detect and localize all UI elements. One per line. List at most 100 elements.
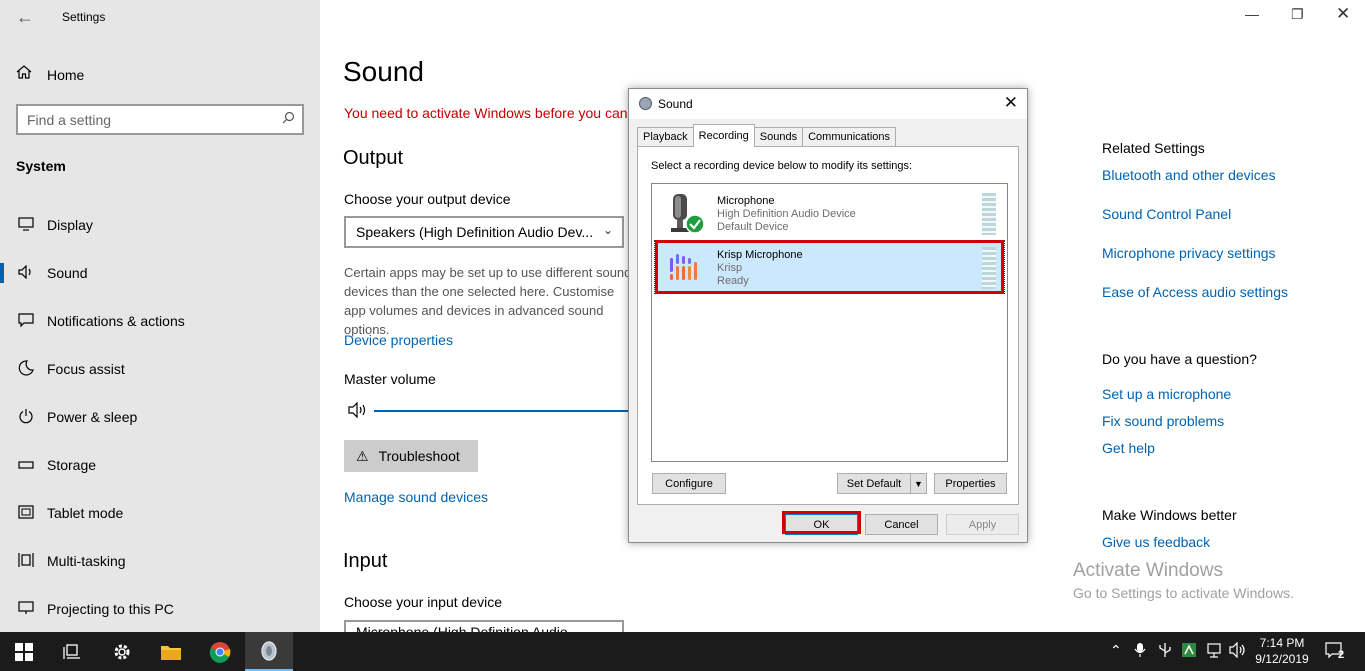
properties-button[interactable]: Properties xyxy=(934,473,1007,494)
krisp-icon xyxy=(667,246,703,288)
sidebar-item-label: Sound xyxy=(47,265,88,281)
search-input[interactable] xyxy=(18,106,268,133)
microphone-tray-icon[interactable] xyxy=(1134,642,1146,661)
dialog-titlebar[interactable]: Sound ✕ xyxy=(629,89,1027,119)
activation-watermark-title: Activate Windows xyxy=(1073,560,1223,581)
tab-communications[interactable]: Communications xyxy=(802,127,897,147)
configure-button[interactable]: Configure xyxy=(652,473,726,494)
sidebar-item-tablet-mode[interactable]: Tablet mode xyxy=(0,489,320,537)
recording-device-list[interactable]: Microphone High Definition Audio Device … xyxy=(651,183,1008,462)
dialog-close-icon[interactable]: ✕ xyxy=(1004,93,1018,113)
sound-control-panel-link[interactable]: Sound Control Panel xyxy=(1102,206,1231,222)
sidebar-item-label: Projecting to this PC xyxy=(47,601,174,617)
tab-playback[interactable]: Playback xyxy=(637,127,694,147)
home-nav-item[interactable]: Home xyxy=(16,64,84,85)
settings-taskbar-button[interactable] xyxy=(98,632,146,671)
section-heading-system: System xyxy=(16,158,66,174)
give-feedback-link[interactable]: Give us feedback xyxy=(1102,534,1210,550)
sidebar-item-multitasking[interactable]: Multi-tasking xyxy=(0,537,320,585)
device-item-microphone[interactable]: Microphone High Definition Audio Device … xyxy=(655,187,1004,239)
set-up-microphone-link[interactable]: Set up a microphone xyxy=(1102,386,1231,402)
sidebar-item-label: Tablet mode xyxy=(47,505,124,521)
level-meter xyxy=(982,247,996,289)
fix-sound-problems-link[interactable]: Fix sound problems xyxy=(1102,413,1224,429)
cancel-button[interactable]: Cancel xyxy=(865,514,938,535)
gear-icon xyxy=(114,644,130,659)
sidebar-item-focus-assist[interactable]: Focus assist xyxy=(0,345,320,393)
sidebar-item-power-sleep[interactable]: Power & sleep xyxy=(0,393,320,441)
input-device-label: Choose your input device xyxy=(344,594,502,610)
troubleshoot-label: Troubleshoot xyxy=(378,448,460,464)
clock-date: 9/12/2019 xyxy=(1255,652,1309,666)
notification-count-badge: 2 xyxy=(1338,649,1345,661)
set-default-button[interactable]: Set Default xyxy=(837,473,911,494)
taskbar-clock[interactable]: 7:14 PM 9/12/2019 xyxy=(1252,635,1312,667)
manage-sound-devices-link[interactable]: Manage sound devices xyxy=(344,489,488,505)
tab-recording[interactable]: Recording xyxy=(692,124,755,147)
sound-app-icon xyxy=(639,97,652,110)
speaker-icon xyxy=(16,264,36,282)
device-properties-link[interactable]: Device properties xyxy=(344,332,453,348)
sidebar-item-sound[interactable]: Sound xyxy=(0,249,320,297)
dialog-title: Sound xyxy=(658,97,693,111)
file-explorer-button[interactable] xyxy=(147,632,195,671)
ease-of-access-audio-link[interactable]: Ease of Access audio settings xyxy=(1102,284,1288,300)
sidebar-item-storage[interactable]: Storage xyxy=(0,441,320,489)
get-help-link[interactable]: Get help xyxy=(1102,440,1155,456)
network-tray-icon[interactable] xyxy=(1206,642,1222,661)
storage-icon xyxy=(16,457,36,473)
drive-tray-icon[interactable] xyxy=(1181,642,1197,661)
moon-icon xyxy=(16,359,36,379)
tab-sounds[interactable]: Sounds xyxy=(753,127,804,147)
show-hidden-icons-chevron[interactable]: ⌃ xyxy=(1110,642,1122,659)
volume-speaker-icon[interactable] xyxy=(348,401,370,423)
folder-icon xyxy=(161,645,181,660)
back-arrow-icon[interactable]: ← xyxy=(16,7,34,28)
power-icon xyxy=(16,408,36,427)
output-device-dropdown[interactable]: Speakers (High Definition Audio Dev... ⌄ xyxy=(344,216,624,248)
dialog-tabs: Playback Recording Sounds Communications xyxy=(637,124,897,147)
sidebar-item-display[interactable]: Display xyxy=(0,201,320,249)
device-name: Krisp Microphone xyxy=(717,249,803,261)
sidebar-item-projecting[interactable]: Projecting to this PC xyxy=(0,585,320,633)
search-box[interactable] xyxy=(16,104,304,135)
search-icon[interactable] xyxy=(282,111,295,127)
output-description: Certain apps may be set up to use differ… xyxy=(344,265,632,337)
window-title: Settings xyxy=(62,10,106,24)
volume-tray-icon[interactable] xyxy=(1229,641,1247,661)
sidebar-item-label: Storage xyxy=(47,457,97,473)
restore-icon[interactable]: ❐ xyxy=(1291,6,1304,23)
settings-nav-pane: ← Settings Home System Display Sound Not… xyxy=(0,0,320,632)
device-item-krisp-microphone[interactable]: Krisp Microphone Krisp Ready xyxy=(654,240,1005,294)
sound-app-icon xyxy=(261,640,277,661)
task-view-button[interactable] xyxy=(48,632,96,671)
sidebar-item-label: Power & sleep xyxy=(47,409,138,425)
device-status: Ready xyxy=(717,275,749,287)
sound-dialog: Sound ✕ Playback Recording Sounds Commun… xyxy=(628,88,1028,543)
ok-button[interactable]: OK xyxy=(785,514,858,535)
notifications-icon xyxy=(16,312,36,330)
output-heading: Output xyxy=(343,147,404,169)
apply-button[interactable]: Apply xyxy=(946,514,1019,535)
bluetooth-devices-link[interactable]: Bluetooth and other devices xyxy=(1102,167,1276,183)
chrome-button[interactable] xyxy=(196,632,244,671)
output-device-value: Speakers (High Definition Audio Dev... xyxy=(356,224,594,240)
start-button[interactable] xyxy=(0,632,48,671)
microphone-icon xyxy=(667,192,705,234)
input-heading: Input xyxy=(343,550,388,572)
minimize-icon[interactable]: — xyxy=(1245,6,1259,22)
sidebar-item-label: Notifications & actions xyxy=(47,313,185,329)
recording-panel: Select a recording device below to modif… xyxy=(637,146,1019,505)
microphone-privacy-link[interactable]: Microphone privacy settings xyxy=(1102,245,1276,261)
close-icon[interactable]: ✕ xyxy=(1336,4,1350,24)
sidebar-item-notifications[interactable]: Notifications & actions xyxy=(0,297,320,345)
question-heading: Do you have a question? xyxy=(1102,351,1257,367)
windows-logo-icon xyxy=(15,642,33,661)
troubleshoot-button[interactable]: ⚠ Troubleshoot xyxy=(344,440,478,472)
page-title: Sound xyxy=(343,56,424,87)
master-volume-slider[interactable] xyxy=(374,410,634,412)
usb-tray-icon[interactable] xyxy=(1158,642,1172,661)
home-label: Home xyxy=(47,66,85,83)
set-default-dropdown-button[interactable]: ▼ xyxy=(910,473,927,494)
sound-app-taskbar-button[interactable] xyxy=(245,632,293,671)
